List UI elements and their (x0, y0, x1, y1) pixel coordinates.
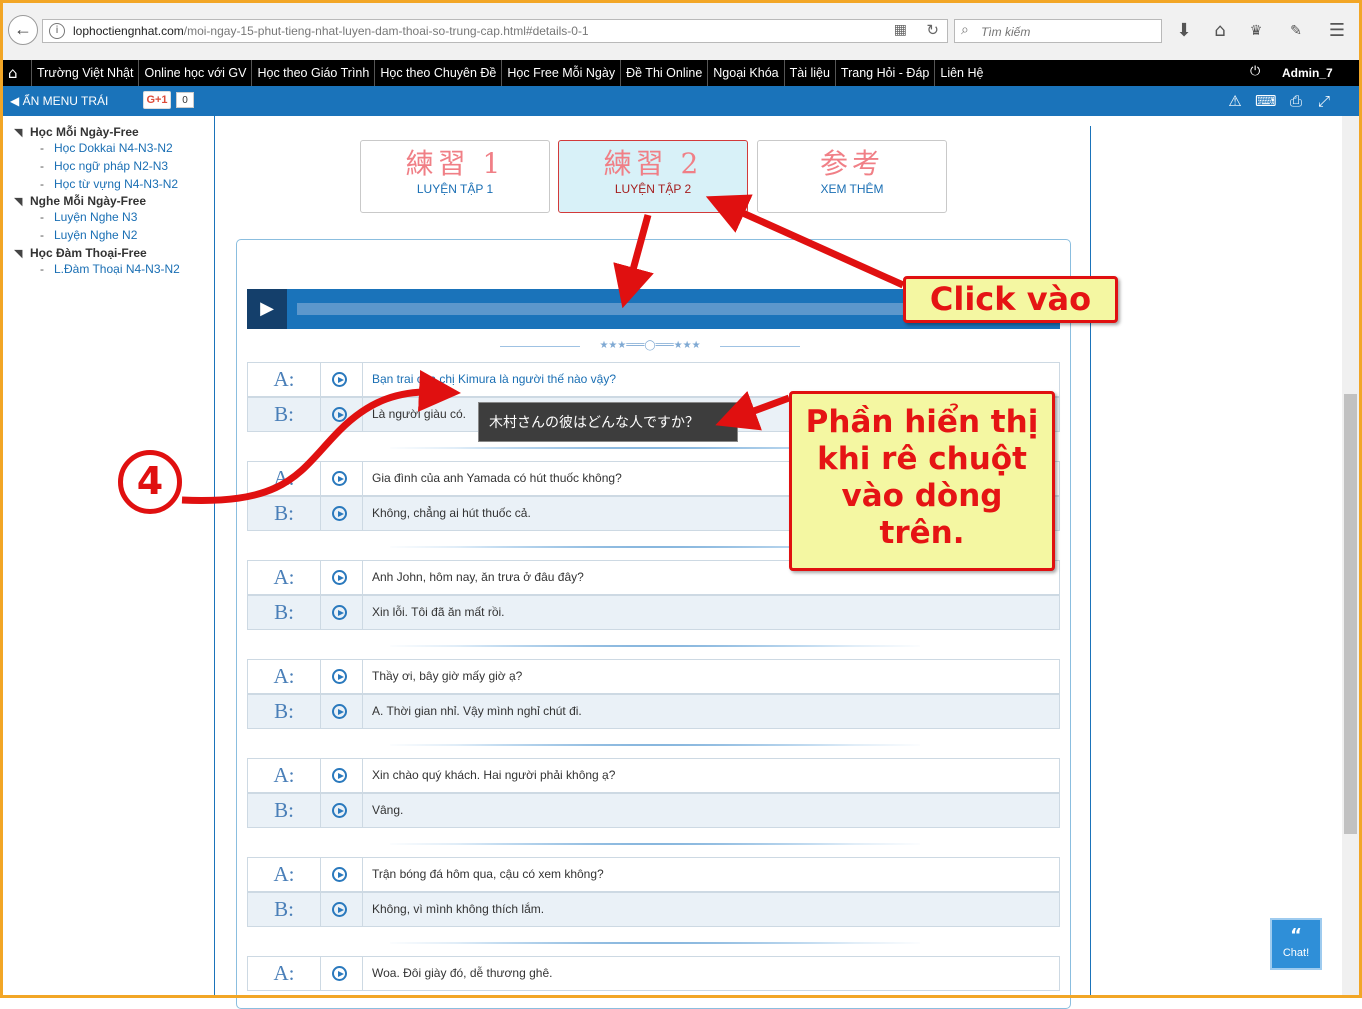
callout-line: Phần hiển thị (805, 404, 1039, 440)
step-number-badge: 4 (118, 450, 182, 514)
arrow-to-row (181, 369, 461, 504)
click-callout: Click vào (903, 276, 1118, 323)
callout-line: vào dòng (841, 478, 1003, 514)
arrow-to-tab (705, 194, 905, 289)
arrow-to-player (613, 214, 654, 309)
arrow-to-tooltip (715, 391, 791, 431)
hover-callout: Phần hiển thị khi rê chuột vào dòng trên… (789, 391, 1055, 571)
annotation-arrows (181, 194, 905, 504)
callout-line: khi rê chuột (817, 441, 1027, 477)
callout-line: trên. (879, 515, 965, 551)
